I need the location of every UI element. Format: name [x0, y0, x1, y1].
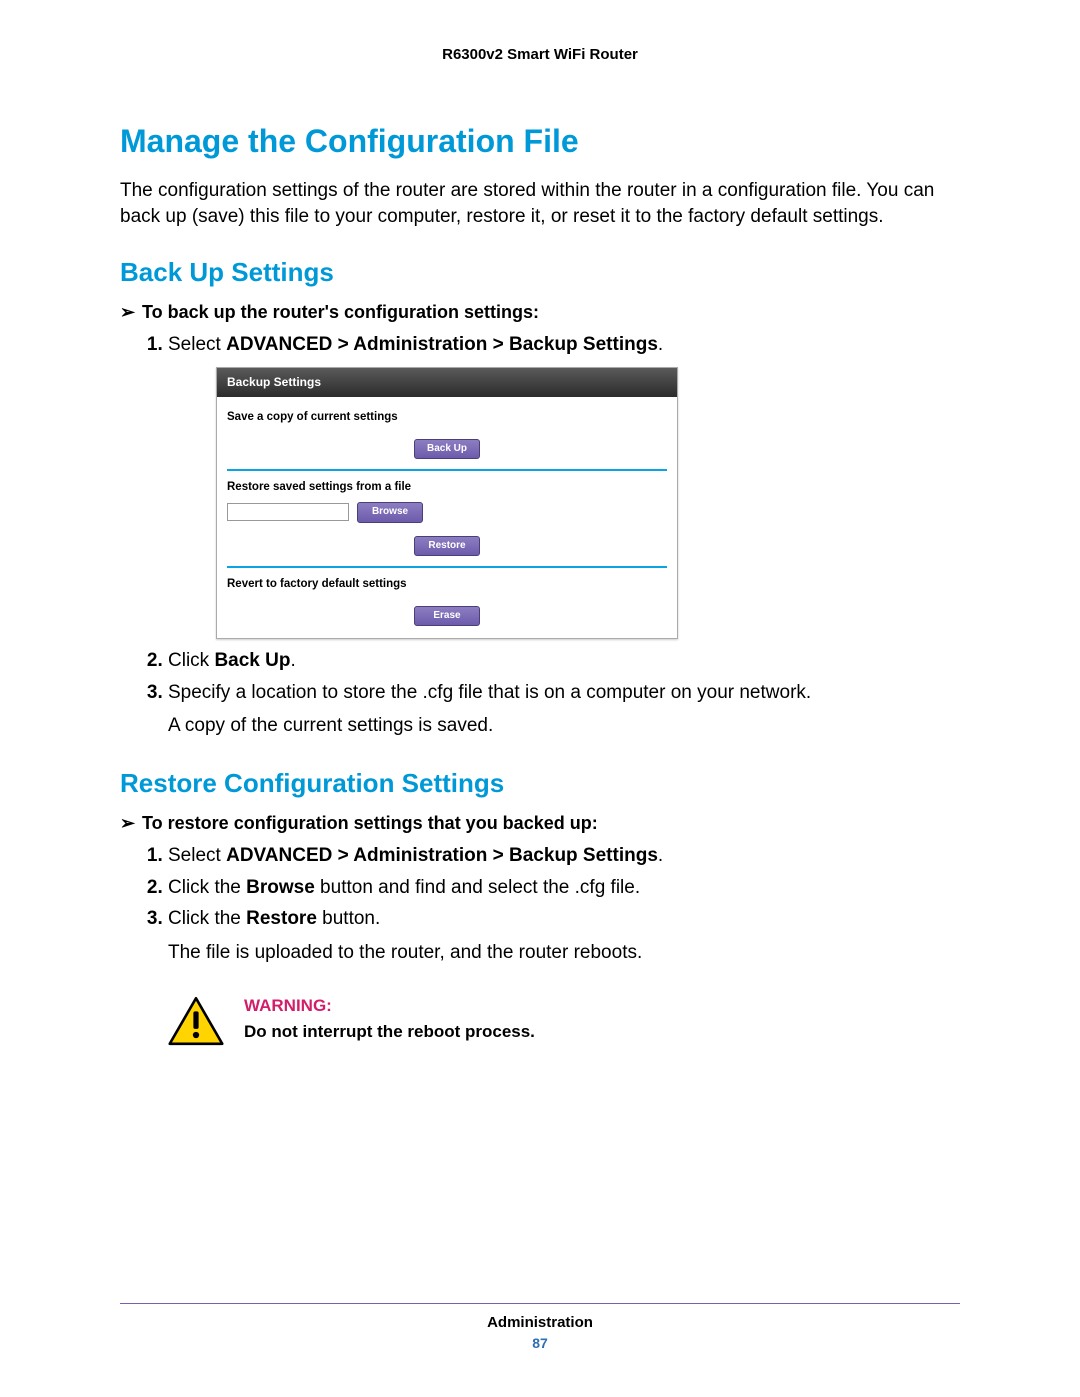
file-path-input[interactable]: [227, 503, 349, 521]
footer-page-number: 87: [120, 1335, 960, 1351]
footer-section-label: Administration: [120, 1314, 960, 1331]
panel-section-save: Save a copy of current settings Back Up: [227, 401, 667, 471]
document-header: R6300v2 Smart WiFi Router: [120, 46, 960, 63]
footer-rule: [120, 1303, 960, 1304]
document-page: R6300v2 Smart WiFi Router Manage the Con…: [0, 0, 1080, 1397]
erase-button[interactable]: Erase: [414, 606, 480, 627]
step-text: .: [658, 845, 663, 866]
page-footer: Administration 87: [120, 1303, 960, 1351]
panel-label-revert: Revert to factory default settings: [227, 576, 667, 593]
panel-section-restore: Restore saved settings from a file Brows…: [227, 471, 667, 568]
list-item: Select ADVANCED > Administration > Backu…: [168, 842, 960, 870]
section-heading-backup: Back Up Settings: [120, 257, 960, 288]
warning-message: Do not interrupt the reboot process.: [244, 1022, 535, 1042]
warning-text: WARNING: Do not interrupt the reboot pro…: [244, 996, 535, 1042]
step-bold: Back Up: [214, 650, 290, 671]
task-restore: ➢To restore configuration settings that …: [120, 813, 960, 1046]
backup-settings-panel: Backup Settings Save a copy of current s…: [216, 367, 678, 640]
task-arrow-icon: ➢: [120, 302, 142, 323]
step-text: .: [290, 650, 295, 671]
panel-section-revert: Revert to factory default settings Erase: [227, 568, 667, 628]
task-title-restore: ➢To restore configuration settings that …: [120, 813, 960, 834]
list-item: Click Back Up.: [168, 647, 960, 675]
step-bold: ADVANCED > Administration > Backup Setti…: [226, 845, 658, 866]
browse-button[interactable]: Browse: [357, 502, 423, 523]
panel-label-save: Save a copy of current settings: [227, 409, 667, 426]
step-text: .: [658, 334, 663, 355]
list-item: Select ADVANCED > Administration > Backu…: [168, 331, 960, 639]
warning-label: WARNING:: [244, 996, 535, 1016]
step-text: button.: [317, 908, 380, 929]
intro-paragraph: The configuration settings of the router…: [120, 178, 960, 229]
step-note: A copy of the current settings is saved.: [168, 712, 960, 740]
step-bold: Browse: [246, 877, 315, 898]
warning-block: WARNING: Do not interrupt the reboot pro…: [168, 996, 960, 1046]
panel-body: Save a copy of current settings Back Up …: [217, 397, 677, 638]
panel-title: Backup Settings: [217, 368, 677, 397]
step-text: Click the: [168, 877, 246, 898]
warning-icon: [168, 996, 224, 1046]
task-arrow-icon: ➢: [120, 813, 142, 834]
step-bold: ADVANCED > Administration > Backup Setti…: [226, 334, 658, 355]
step-text: Select: [168, 334, 226, 355]
restore-button[interactable]: Restore: [414, 536, 480, 557]
backup-steps: Select ADVANCED > Administration > Backu…: [140, 331, 960, 740]
step-text: Click the: [168, 908, 246, 929]
page-title: Manage the Configuration File: [120, 123, 960, 160]
step-note: The file is uploaded to the router, and …: [168, 939, 960, 967]
step-bold: Restore: [246, 908, 317, 929]
list-item: Specify a location to store the .cfg fil…: [168, 679, 960, 740]
step-text: Specify a location to store the .cfg fil…: [168, 679, 960, 707]
step-text: Click: [168, 650, 214, 671]
task-title-text: To restore configuration settings that y…: [142, 813, 598, 833]
task-title-backup: ➢To back up the router's configuration s…: [120, 302, 960, 323]
task-backup: ➢To back up the router's configuration s…: [120, 302, 960, 740]
restore-steps: Select ADVANCED > Administration > Backu…: [140, 842, 960, 966]
step-text: button and find and select the .cfg file…: [315, 877, 640, 898]
list-item: Click the Browse button and find and sel…: [168, 874, 960, 902]
list-item: Click the Restore button. The file is up…: [168, 905, 960, 966]
section-heading-restore: Restore Configuration Settings: [120, 768, 960, 799]
task-title-text: To back up the router's configuration se…: [142, 302, 539, 322]
backup-button[interactable]: Back Up: [414, 439, 480, 460]
panel-label-restore: Restore saved settings from a file: [227, 479, 667, 496]
step-text: Select: [168, 845, 226, 866]
